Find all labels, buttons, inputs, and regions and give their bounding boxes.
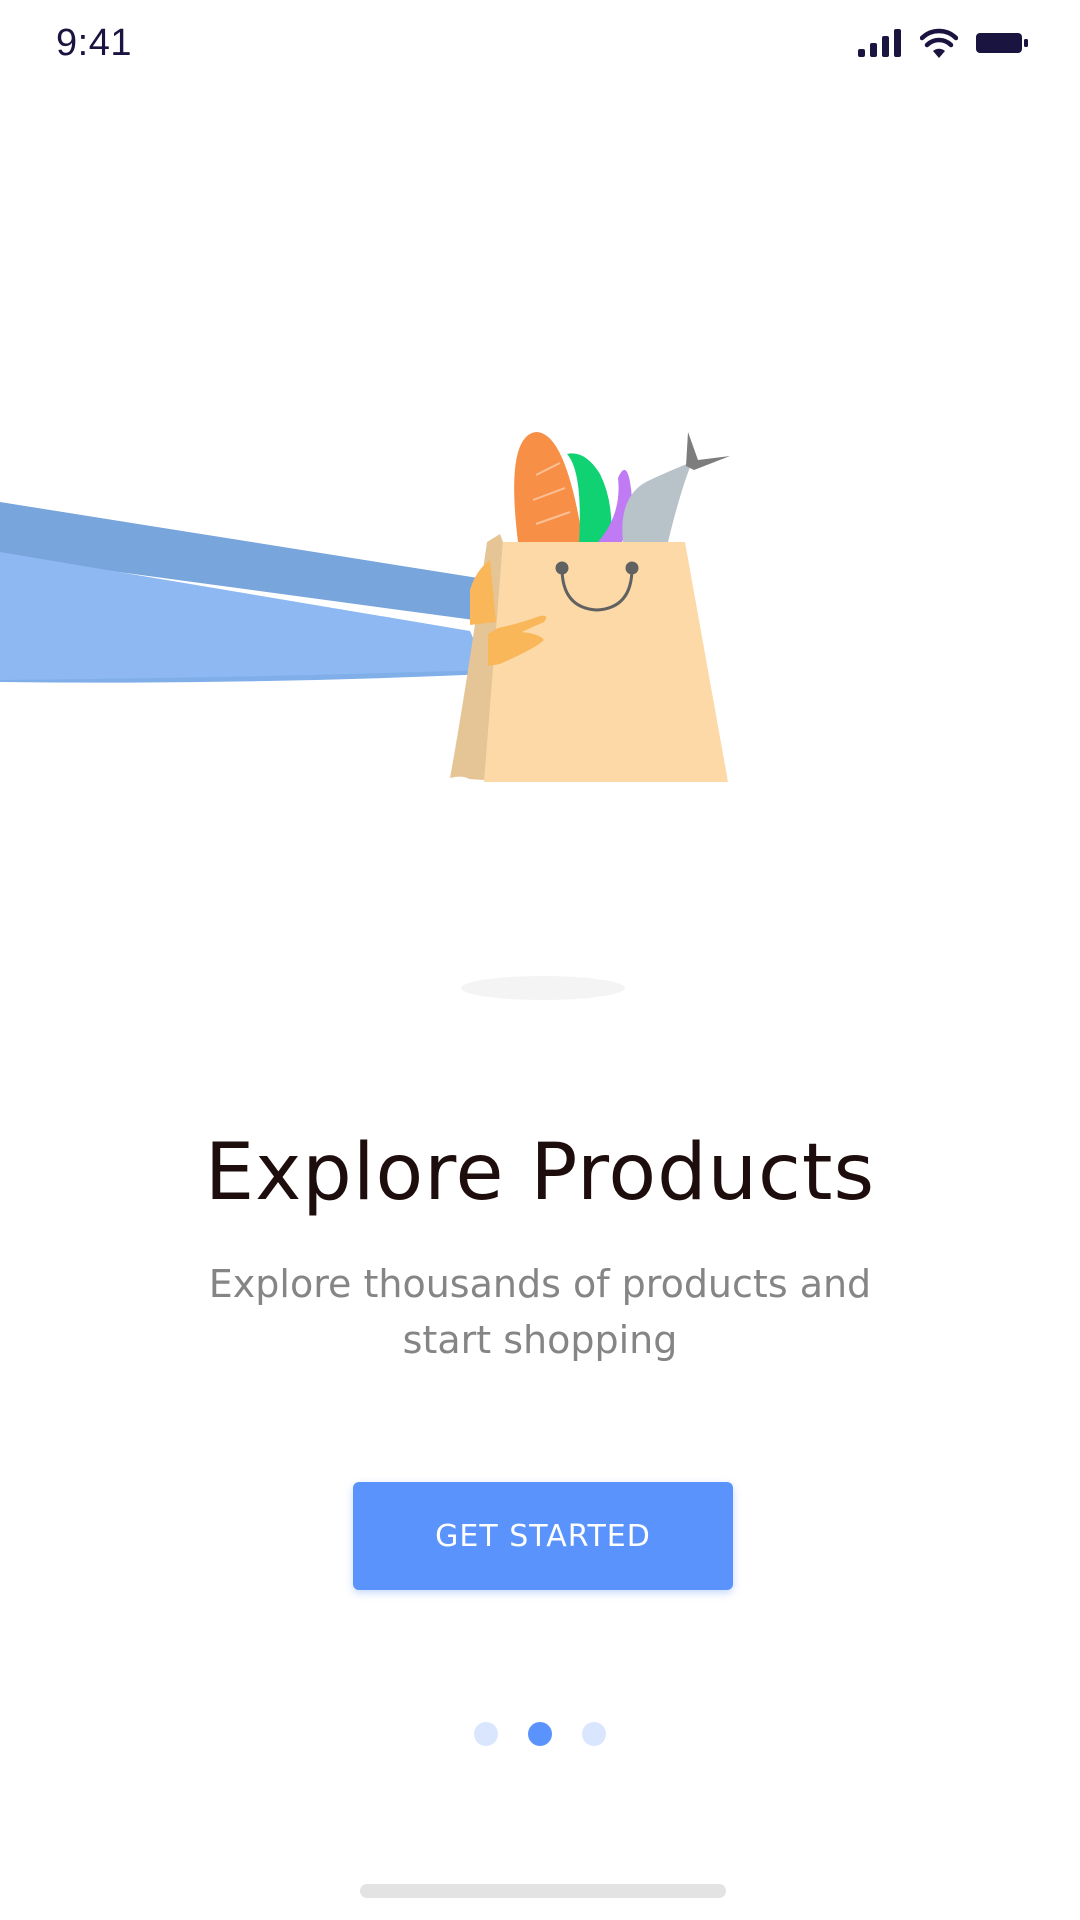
home-indicator[interactable]	[360, 1884, 726, 1898]
get-started-button[interactable]: GET STARTED	[353, 1482, 733, 1590]
shopping-bag-illustration	[0, 432, 730, 1000]
status-bar: 9:41	[0, 0, 1080, 100]
wifi-icon	[920, 28, 958, 58]
page-dot-3[interactable]	[582, 1722, 606, 1746]
status-time: 9:41	[56, 22, 132, 64]
page-dot-1[interactable]	[474, 1722, 498, 1746]
status-icons	[858, 28, 1030, 58]
page-dot-2-active[interactable]	[528, 1722, 552, 1746]
page-title: Explore Products	[204, 1128, 876, 1218]
battery-icon	[976, 33, 1028, 53]
page-subtitle: Explore thousands of products and start …	[208, 1262, 872, 1362]
signal-icon	[858, 29, 901, 57]
page-indicator	[0, 1722, 1080, 1746]
